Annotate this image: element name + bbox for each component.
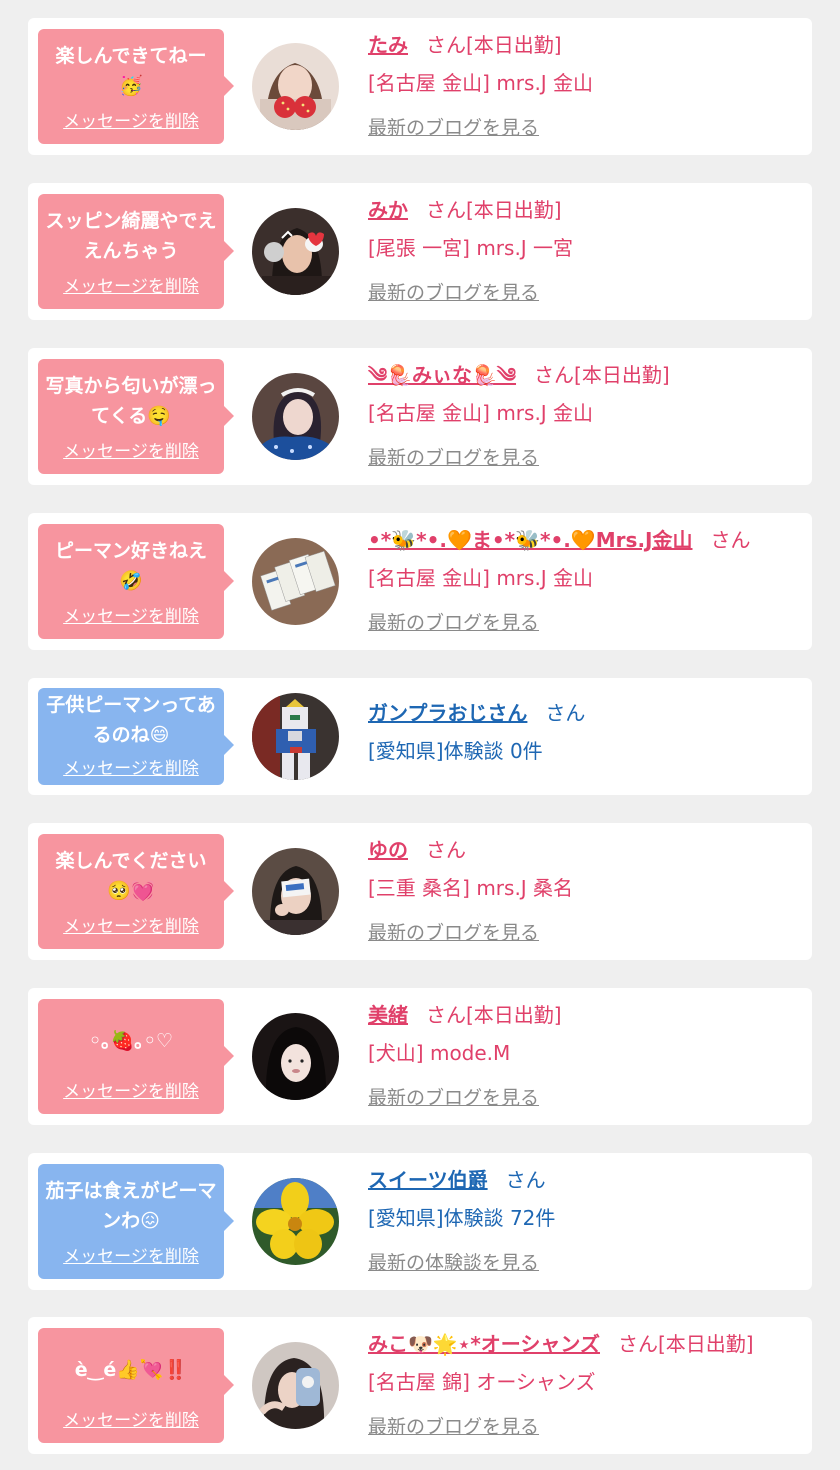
cast-name-link[interactable]: 美緒 [368, 1003, 408, 1027]
message-list: 楽しんできてねー🥳 メッセージを削除 たみ さん[本日出勤] [名古屋 金山] m… [0, 0, 840, 1470]
message-bubble: 楽しんでください🥺💓 メッセージを削除 [38, 834, 234, 949]
list-item: 子供ピーマンってあるのね😄 メッセージを削除 ガンプラおじさん さん [愛知県]体… [28, 678, 812, 795]
shop-location: [三重 桑名] mrs.J 桑名 [368, 876, 574, 900]
cast-name-link[interactable]: みか [368, 198, 408, 222]
message-bubble: 茄子は食えがピーマンわ😖 メッセージを削除 [38, 1164, 234, 1279]
list-item: 写真から匂いが漂ってくる🤤 メッセージを削除 ༄🪼みぃな🪼༄ さん[本日出勤] [… [28, 348, 812, 485]
delete-message-link[interactable]: メッセージを削除 [38, 754, 224, 779]
cast-name-link[interactable]: ゆの [368, 838, 408, 862]
shop-location: [名古屋 錦] オーシャンズ [368, 1370, 596, 1394]
delete-message-link[interactable]: メッセージを削除 [38, 1242, 224, 1267]
avatar[interactable] [252, 373, 339, 460]
avatar[interactable] [252, 848, 339, 935]
latest-blog-link[interactable]: 最新のブログを見る [368, 1087, 539, 1109]
member-name-link[interactable]: ガンプラおじさん [368, 701, 527, 725]
woman-dog-filter-photo [252, 208, 339, 295]
message-bubble: スッピン綺麗やでええんちゃう メッセージを削除 [38, 194, 234, 309]
delete-message-link[interactable]: メッセージを削除 [38, 437, 224, 462]
cast-name-link[interactable]: みこ🐶🌟⋆*オーシャンズ [368, 1332, 600, 1356]
message-text: ◦｡🍓｡◦♡ [89, 1030, 173, 1052]
gundam-figure-photo [252, 693, 339, 780]
honorific: さん [545, 701, 586, 725]
message-bubble: 楽しんできてねー🥳 メッセージを削除 [38, 29, 234, 144]
honorific-status: さん[本日出勤] [426, 33, 562, 57]
list-item: 茄子は食えがピーマンわ😖 メッセージを削除 スイーツ伯爵 さん [愛知県]体験談 … [28, 1153, 812, 1290]
avatar[interactable] [252, 1342, 339, 1429]
review-count: [愛知県]体験談 0件 [368, 739, 543, 763]
cast-name-link[interactable]: ༄🪼みぃな🪼༄ [368, 363, 516, 387]
delete-message-link[interactable]: メッセージを削除 [38, 1077, 224, 1102]
shop-location: [犬山] mode.M [368, 1041, 511, 1065]
latest-blog-link[interactable]: 最新のブログを見る [368, 922, 539, 944]
woman-blue-outfit-photo [252, 373, 339, 460]
message-text: 写真から匂いが漂ってくる🤤 [45, 375, 217, 427]
list-item: 楽しんできてねー🥳 メッセージを削除 たみ さん[本日出勤] [名古屋 金山] m… [28, 18, 812, 155]
avatar[interactable] [252, 208, 339, 295]
latest-blog-link[interactable]: 最新のブログを見る [368, 117, 539, 139]
message-text: 子供ピーマンってあるのね😄 [46, 694, 216, 746]
avatar[interactable] [252, 43, 339, 130]
honorific-status: さん [710, 528, 751, 552]
shop-location: [名古屋 金山] mrs.J 金山 [368, 71, 594, 95]
cards-photo [252, 538, 339, 625]
honorific: さん [505, 1168, 546, 1192]
honorific: さん [426, 838, 466, 862]
message-text: 楽しんでください🥺💓 [55, 850, 207, 902]
cast-name-link[interactable]: •*🐝*•.🧡ま•*🐝*•.🧡Mrs.J金山 [368, 528, 692, 552]
message-bubble: 写真から匂いが漂ってくる🤤 メッセージを削除 [38, 359, 234, 474]
woman-card-photo [252, 848, 339, 935]
latest-blog-link[interactable]: 最新のブログを見る [368, 447, 539, 469]
message-text: スッピン綺麗やでええんちゃう [45, 210, 217, 262]
woman-dark-hair-photo [252, 1013, 339, 1100]
list-item: 楽しんでください🥺💓 メッセージを削除 ゆの さん [三重 桑名] mrs.J 桑… [28, 823, 812, 960]
honorific-status: さん[本日出勤] [617, 1332, 754, 1356]
list-item: è‿é👍💘‼️ メッセージを削除 みこ🐶🌟⋆*オーシャンズ さん[本日出勤] [名… [28, 1317, 812, 1454]
latest-review-link[interactable]: 最新の体験談を見る [368, 1252, 539, 1274]
cast-name-link[interactable]: たみ [368, 33, 408, 57]
list-item: ピーマン好きねえ🤣 メッセージを削除 •*🐝*•.🧡ま•*🐝*•.🧡Mrs.J金… [28, 513, 812, 650]
list-item: スッピン綺麗やでええんちゃう メッセージを削除 みか さん[本日出勤] [尾張 一… [28, 183, 812, 320]
delete-message-link[interactable]: メッセージを削除 [38, 602, 224, 627]
honorific-status: さん[本日出勤] [426, 1003, 562, 1027]
delete-message-link[interactable]: メッセージを削除 [38, 107, 224, 132]
avatar[interactable] [252, 693, 339, 780]
delete-message-link[interactable]: メッセージを削除 [38, 1406, 224, 1431]
honorific-status: さん[本日出勤] [534, 363, 670, 387]
list-item: ◦｡🍓｡◦♡ メッセージを削除 美緒 さん[本日出勤] [犬山] mode.M 最… [28, 988, 812, 1125]
yellow-flower-photo [252, 1178, 339, 1265]
shop-location: [名古屋 金山] mrs.J 金山 [368, 401, 594, 425]
latest-blog-link[interactable]: 最新のブログを見る [368, 282, 539, 304]
avatar[interactable] [252, 538, 339, 625]
honorific-status: さん[本日出勤] [426, 198, 562, 222]
message-text: è‿é👍💘‼️ [74, 1359, 188, 1381]
review-count: [愛知県]体験談 72件 [368, 1206, 556, 1230]
message-text: 楽しんできてねー🥳 [55, 45, 207, 97]
member-name-link[interactable]: スイーツ伯爵 [368, 1168, 488, 1192]
message-bubble: ◦｡🍓｡◦♡ メッセージを削除 [38, 999, 234, 1114]
shop-location: [名古屋 金山] mrs.J 金山 [368, 566, 594, 590]
message-text: 茄子は食えがピーマンわ😖 [45, 1180, 217, 1232]
woman-phone-case-photo [252, 1342, 339, 1429]
avatar[interactable] [252, 1178, 339, 1265]
latest-blog-link[interactable]: 最新のブログを見る [368, 1416, 539, 1438]
delete-message-link[interactable]: メッセージを削除 [38, 272, 224, 297]
message-bubble: 子供ピーマンってあるのね😄 メッセージを削除 [38, 688, 234, 785]
woman-strawberry-filter-photo [252, 43, 339, 130]
latest-blog-link[interactable]: 最新のブログを見る [368, 612, 539, 634]
message-bubble: ピーマン好きねえ🤣 メッセージを削除 [38, 524, 234, 639]
shop-location: [尾張 一宮] mrs.J 一宮 [368, 236, 574, 260]
message-text: ピーマン好きねえ🤣 [54, 540, 207, 592]
message-bubble: è‿é👍💘‼️ メッセージを削除 [38, 1328, 234, 1443]
avatar[interactable] [252, 1013, 339, 1100]
delete-message-link[interactable]: メッセージを削除 [38, 912, 224, 937]
